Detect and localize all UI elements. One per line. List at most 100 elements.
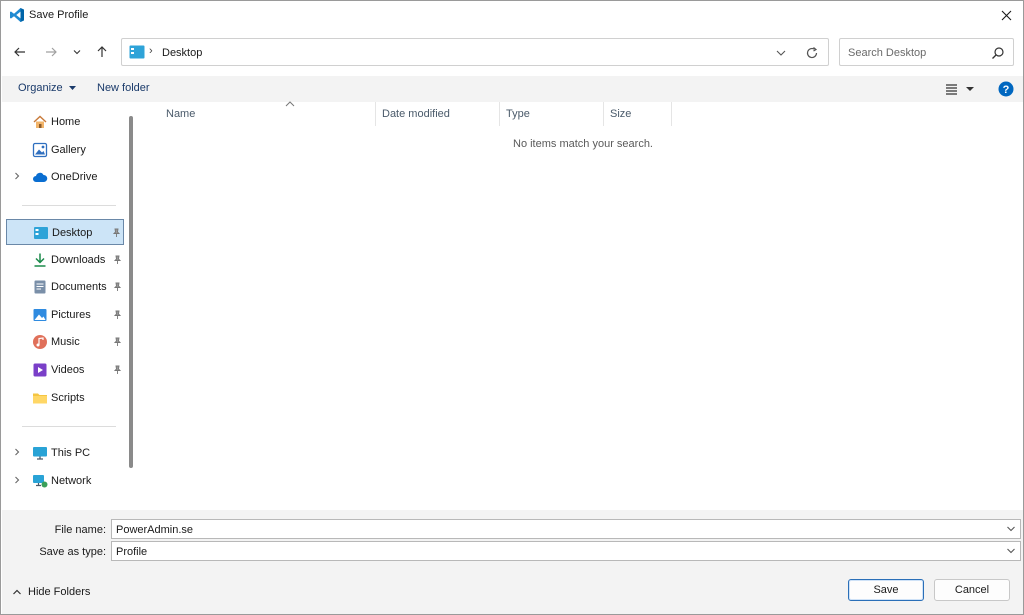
address-bar[interactable]: › Desktop: [121, 38, 829, 66]
cloud-icon: [33, 172, 48, 182]
video-icon: [33, 363, 47, 377]
recent-locations-button[interactable]: [66, 41, 88, 63]
save-as-type-value[interactable]: [116, 545, 996, 558]
desktop-icon: [34, 227, 48, 239]
sidebar-item-this-pc[interactable]: This PC: [6, 440, 124, 466]
sidebar-item-label: Videos: [51, 364, 85, 376]
download-icon: [34, 253, 46, 267]
sidebar-scrollbar-thumb[interactable]: [129, 116, 133, 468]
cancel-button[interactable]: Cancel: [934, 579, 1010, 601]
chevron-right-icon[interactable]: [12, 171, 22, 181]
sidebar-item-pictures[interactable]: Pictures: [6, 302, 124, 328]
chevron-right-icon[interactable]: [12, 447, 22, 457]
sidebar-item-label: Scripts: [51, 392, 85, 404]
sidebar-item-label: Documents: [51, 281, 107, 293]
search-input[interactable]: [848, 45, 988, 61]
chevron-right-icon[interactable]: [12, 475, 22, 485]
home-icon: [33, 115, 47, 128]
column-header-label: Date modified: [382, 108, 450, 120]
command-bar: Organize New folder ?: [2, 76, 1023, 102]
column-header-name[interactable]: Name: [160, 101, 376, 126]
breadcrumb-chevron-icon: ›: [149, 45, 153, 57]
pin-icon[interactable]: [112, 282, 122, 292]
pin-icon[interactable]: [112, 365, 122, 375]
file-name-input[interactable]: [116, 523, 996, 536]
network-icon: [33, 475, 48, 488]
close-icon: [1001, 10, 1011, 20]
search-box[interactable]: [839, 38, 1014, 66]
svg-text:?: ?: [1003, 84, 1010, 96]
back-button[interactable]: [9, 41, 31, 63]
sidebar-item-home[interactable]: Home: [6, 109, 124, 135]
refresh-icon[interactable]: [804, 45, 820, 61]
column-header-label: Size: [610, 108, 632, 120]
close-button[interactable]: [989, 1, 1023, 29]
sidebar-divider: [22, 426, 116, 427]
breadcrumb-desktop[interactable]: Desktop: [162, 47, 202, 59]
save-as-type-label: Save as type:: [39, 546, 106, 558]
help-button[interactable]: ?: [998, 81, 1014, 97]
caret-down-icon: [68, 86, 76, 90]
sidebar-item-label: Home: [51, 116, 81, 128]
pictures-icon: [33, 309, 47, 321]
search-icon: [992, 47, 1004, 59]
sidebar-item-label: Gallery: [51, 144, 86, 156]
hide-folders-button[interactable]: Hide Folders: [12, 586, 90, 598]
hide-folders-label: Hide Folders: [28, 586, 91, 598]
navigation-bar: › Desktop: [1, 35, 1023, 69]
sidebar-item-documents[interactable]: Documents: [6, 274, 124, 300]
navigation-pane: Home Gallery OneDrive Desktop Downloads …: [2, 102, 136, 510]
sidebar-item-scripts[interactable]: Scripts: [6, 385, 124, 411]
sidebar-item-label: Pictures: [51, 309, 91, 321]
sidebar-item-label: Music: [51, 336, 80, 348]
arrow-left-icon: [14, 47, 25, 57]
new-folder-label: New folder: [97, 82, 150, 94]
save-dialog: Save Profile › Desktop Search Desktop Or…: [0, 0, 1024, 615]
pin-icon[interactable]: [112, 310, 122, 320]
sidebar-item-label: Desktop: [52, 227, 93, 239]
sidebar-item-label: This PC: [51, 447, 91, 459]
column-header-date-modified[interactable]: Date modified: [376, 102, 500, 126]
change-view-button[interactable]: [944, 81, 978, 97]
sidebar-item-gallery[interactable]: Gallery: [6, 137, 124, 163]
column-header-size[interactable]: Size: [604, 102, 672, 126]
sidebar-item-videos[interactable]: Videos: [6, 357, 124, 383]
pin-icon[interactable]: [112, 337, 122, 347]
column-header-type[interactable]: Type: [500, 102, 604, 126]
vscode-icon: [10, 8, 24, 22]
sidebar-item-label: Downloads: [51, 254, 106, 266]
chevron-down-icon[interactable]: [774, 46, 788, 60]
save-button[interactable]: Save: [848, 579, 924, 601]
chevron-down-icon[interactable]: [1006, 525, 1016, 533]
file-name-label: File name:: [54, 524, 106, 536]
pin-icon[interactable]: [112, 255, 122, 265]
organize-label: Organize: [18, 82, 63, 94]
chevron-down-icon: [73, 50, 81, 55]
organize-button[interactable]: Organize: [18, 82, 77, 94]
sidebar-item-desktop[interactable]: Desktop: [6, 219, 124, 245]
column-header-label: Type: [506, 108, 530, 120]
music-icon: [33, 335, 47, 349]
file-name-combobox[interactable]: [111, 519, 1021, 539]
sort-ascending-icon: [285, 101, 295, 107]
save-as-type-select[interactable]: [111, 541, 1021, 561]
sidebar-item-label: OneDrive: [51, 171, 98, 183]
arrow-up-icon: [97, 46, 107, 57]
chevron-down-icon[interactable]: [1006, 547, 1016, 555]
pin-icon[interactable]: [111, 228, 121, 238]
list-view-icon: [946, 84, 974, 95]
computer-icon: [33, 447, 47, 460]
sidebar-item-label: Network: [51, 475, 92, 487]
sidebar-item-network[interactable]: Network: [6, 468, 124, 494]
desktop-icon: [129, 45, 145, 59]
sidebar-item-music[interactable]: Music: [6, 329, 124, 355]
sidebar-item-onedrive[interactable]: OneDrive: [6, 164, 124, 190]
new-folder-button[interactable]: New folder: [97, 82, 150, 94]
empty-list-message: No items match your search.: [513, 138, 653, 150]
forward-button[interactable]: [40, 41, 62, 63]
document-icon: [34, 280, 46, 294]
file-list: Name Date modified Type Size No items ma…: [138, 101, 1023, 510]
sidebar-item-downloads[interactable]: Downloads: [6, 247, 124, 273]
window-title: Save Profile: [29, 9, 89, 21]
up-button[interactable]: [91, 41, 113, 63]
